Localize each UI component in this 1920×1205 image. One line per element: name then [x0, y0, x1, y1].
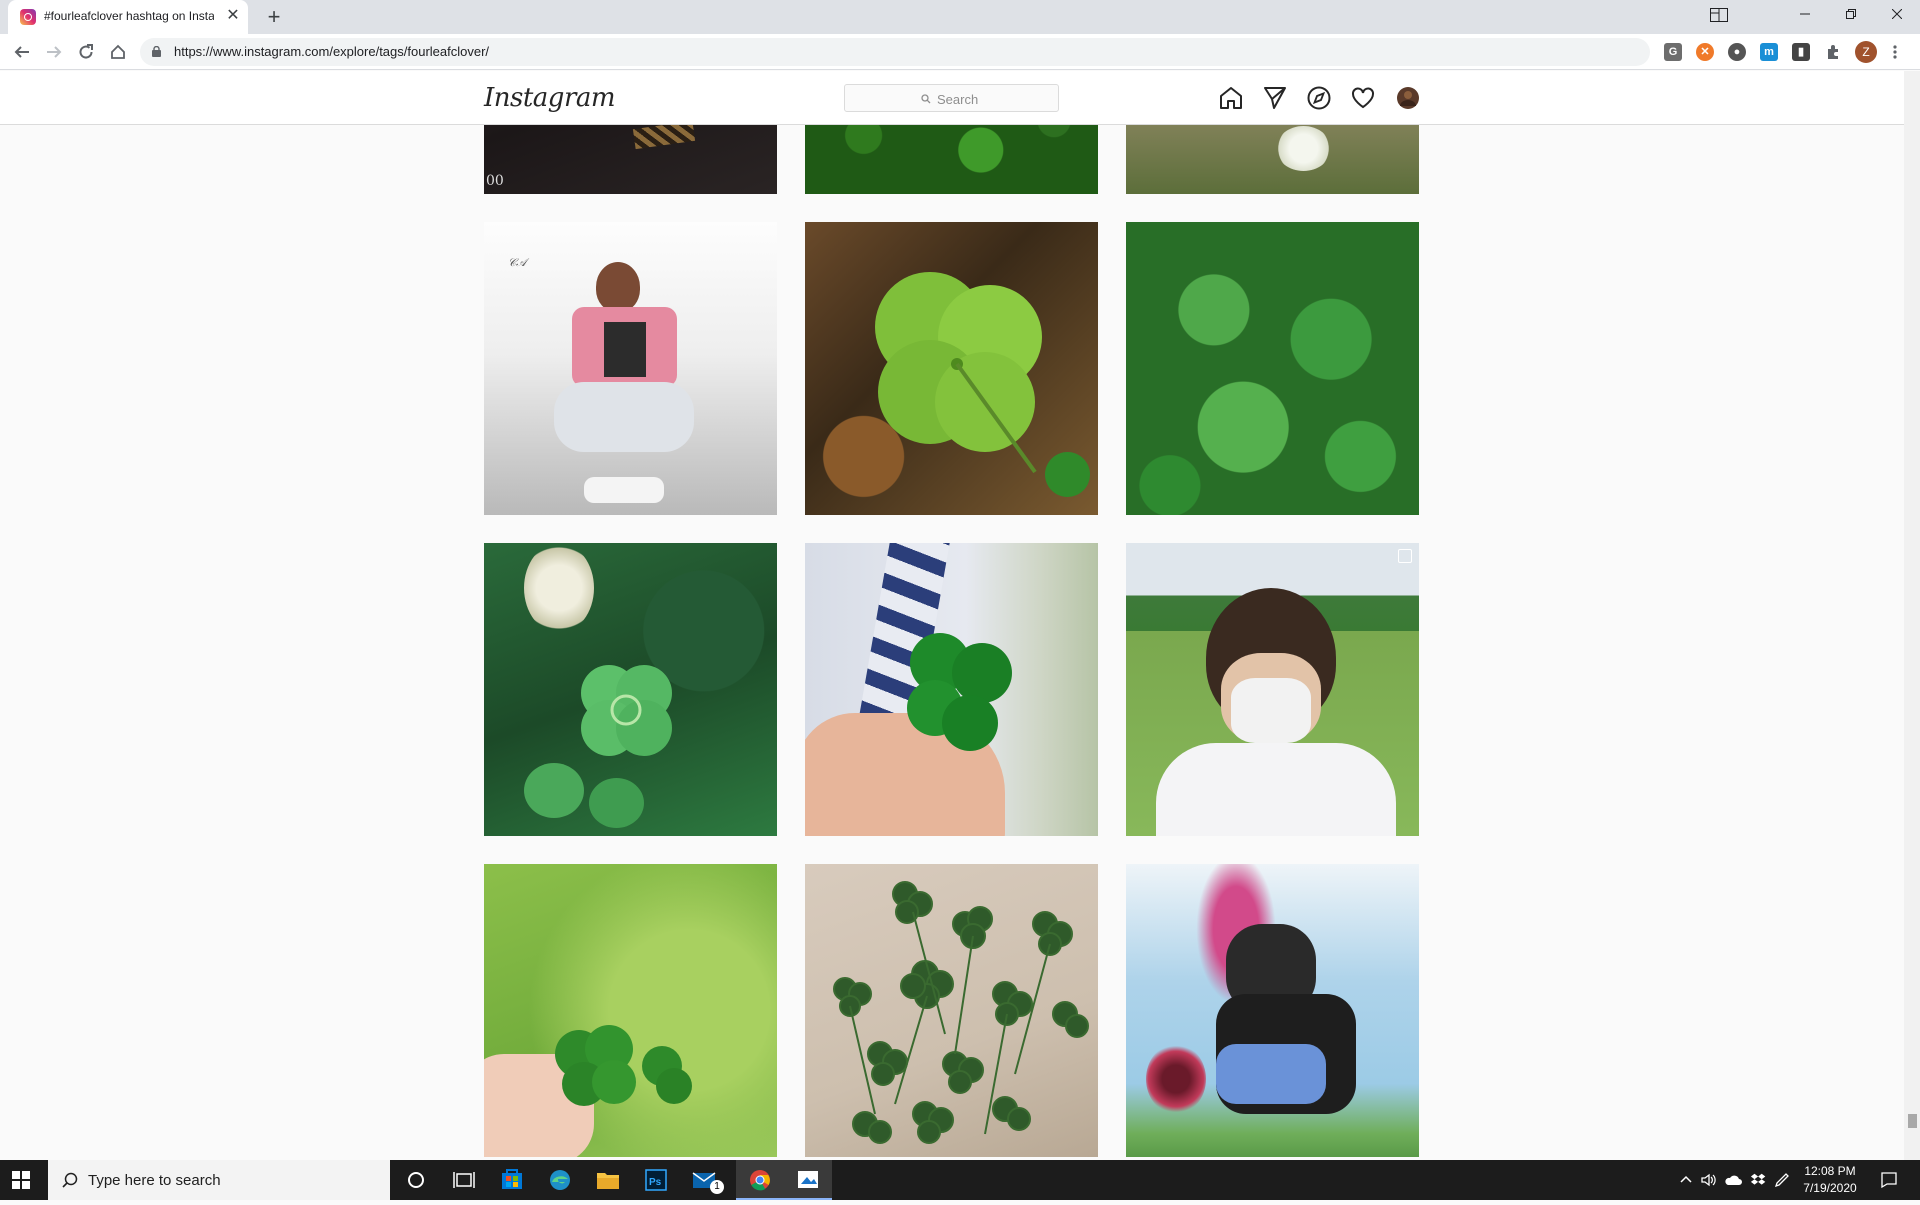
windows-start-icon[interactable] — [12, 1171, 30, 1189]
four-leaf-clover-shape — [581, 665, 672, 756]
close-window-button[interactable] — [1874, 0, 1920, 30]
explore-grid: 00 𝒞𝒜 — [0, 125, 1904, 1160]
m-extension-icon[interactable]: m — [1760, 43, 1778, 61]
photoshop-icon[interactable]: Ps — [632, 1160, 680, 1200]
menu-kebab-icon[interactable] — [1893, 44, 1897, 60]
multi-post-icon — [1398, 549, 1412, 563]
post-tile-9[interactable] — [1126, 543, 1419, 836]
mail-unread-badge: 1 — [710, 1180, 724, 1194]
book-extension-icon[interactable]: ▮ — [1792, 43, 1810, 61]
tab-search-icon[interactable] — [1696, 0, 1742, 30]
search-input[interactable]: Search — [844, 84, 1059, 112]
search-icon — [921, 94, 931, 104]
post-tile-4[interactable]: 𝒞𝒜 — [484, 222, 777, 515]
lock-icon — [152, 46, 161, 57]
tab-title: #fourleafclover hashtag on Instagram — [44, 9, 214, 23]
task-view-icon[interactable] — [440, 1160, 488, 1200]
taskbar-search-box[interactable]: Type here to search — [48, 1160, 390, 1200]
post-tile-12[interactable] — [1126, 864, 1419, 1157]
post-tile-10[interactable] — [484, 864, 777, 1157]
orange-extension-icon[interactable]: ✕ — [1696, 43, 1714, 61]
clover-leaf — [524, 763, 584, 818]
cortana-icon[interactable] — [392, 1160, 440, 1200]
clover-leaf — [589, 778, 644, 828]
back-button[interactable] — [8, 38, 36, 66]
four-leaf-clover-shape — [907, 633, 1012, 751]
grammar-extension-icon[interactable]: G — [1664, 43, 1682, 61]
direct-message-icon[interactable] — [1262, 85, 1288, 111]
chrome-taskbar-icon[interactable] — [736, 1160, 784, 1200]
onedrive-cloud-icon[interactable] — [1724, 1173, 1742, 1187]
post-tile-2[interactable] — [805, 125, 1098, 194]
url-text: https://www.instagram.com/explore/tags/f… — [174, 44, 490, 59]
post-tile-5[interactable] — [805, 222, 1098, 515]
clock-date: 7/19/2020 — [1803, 1181, 1857, 1195]
volume-icon[interactable] — [1700, 1172, 1716, 1188]
browser-toolbar: https://www.instagram.com/explore/tags/f… — [0, 34, 1920, 70]
black-tshirt — [604, 322, 646, 377]
notification-center-icon[interactable] — [1880, 1171, 1898, 1189]
person-head — [596, 262, 640, 312]
svg-text:Ps: Ps — [649, 1177, 662, 1188]
white-sneakers — [584, 477, 664, 503]
snip-tool-icon[interactable] — [784, 1160, 832, 1200]
minimize-button[interactable] — [1782, 0, 1828, 30]
search-placeholder: Search — [937, 92, 979, 107]
puzzle-extensions-icon[interactable] — [1825, 43, 1843, 61]
pen-ink-icon[interactable] — [1774, 1172, 1790, 1188]
windows-taskbar: Type here to search Ps 1 12:08 PM 7/19/2… — [0, 1160, 1920, 1200]
profile-avatar-icon[interactable] — [1395, 85, 1421, 111]
address-bar[interactable]: https://www.instagram.com/explore/tags/f… — [140, 38, 1650, 66]
white-jeans — [554, 382, 694, 452]
four-leaf-clover-shape — [555, 1025, 692, 1106]
instagram-favicon-icon — [20, 9, 36, 25]
browser-tab[interactable]: #fourleafclover hashtag on Instagram ✕ — [8, 0, 248, 34]
new-tab-button[interactable]: + — [260, 4, 288, 32]
tab-close-icon[interactable]: ✕ — [224, 7, 242, 25]
taskbar-search-placeholder: Type here to search — [88, 1172, 221, 1189]
white-clover-flower — [1276, 126, 1331, 171]
forward-button[interactable] — [40, 38, 68, 66]
instagram-header: Instagram Search — [0, 71, 1904, 125]
clover-leaf — [1045, 452, 1090, 497]
chevron-up-icon[interactable] — [1680, 1174, 1692, 1186]
post-tile-8[interactable] — [805, 543, 1098, 836]
dropbox-icon[interactable] — [1750, 1172, 1766, 1188]
post-tile-1[interactable]: 00 — [484, 125, 777, 194]
character-pants — [1216, 1044, 1326, 1104]
face-mask — [1231, 678, 1311, 743]
four-leaf-clover-shape — [875, 272, 1042, 474]
microsoft-store-icon[interactable] — [488, 1160, 536, 1200]
search-icon — [62, 1172, 78, 1188]
browser-tab-strip: #fourleafclover hashtag on Instagram ✕ + — [0, 0, 1920, 34]
file-explorer-icon[interactable] — [584, 1160, 632, 1200]
activity-heart-icon[interactable] — [1350, 85, 1376, 111]
white-clover-flower — [524, 543, 594, 633]
clock-time: 12:08 PM — [1804, 1164, 1856, 1178]
white-shirt — [1156, 743, 1396, 836]
post-tile-6[interactable] — [1126, 222, 1419, 515]
photo-overlay-text: 00 — [486, 173, 504, 189]
reload-button[interactable] — [72, 38, 100, 66]
scrollbar-thumb[interactable] — [1908, 1114, 1917, 1128]
post-tile-3[interactable] — [1126, 125, 1419, 194]
circle-extension-icon[interactable]: ● — [1728, 43, 1746, 61]
leopard-print-pattern — [632, 125, 696, 150]
pressed-clovers-pattern — [833, 881, 1089, 1144]
page-scrollbar[interactable] — [1904, 71, 1920, 1160]
post-tile-7[interactable] — [484, 543, 777, 836]
watermark-signature: 𝒞𝒜 — [508, 256, 527, 269]
home-icon[interactable] — [1218, 85, 1244, 111]
explore-compass-icon[interactable] — [1306, 85, 1332, 111]
red-energy-orb — [1146, 1044, 1206, 1114]
mail-icon[interactable]: 1 — [680, 1160, 728, 1200]
taskbar-clock[interactable]: 12:08 PM 7/19/2020 — [1790, 1163, 1870, 1197]
profile-avatar[interactable]: Z — [1855, 41, 1877, 63]
instagram-logo[interactable]: Instagram — [484, 83, 616, 113]
post-tile-11[interactable] — [805, 864, 1098, 1157]
restore-button[interactable] — [1828, 0, 1874, 30]
home-button[interactable] — [104, 38, 132, 66]
edge-browser-icon[interactable] — [536, 1160, 584, 1200]
